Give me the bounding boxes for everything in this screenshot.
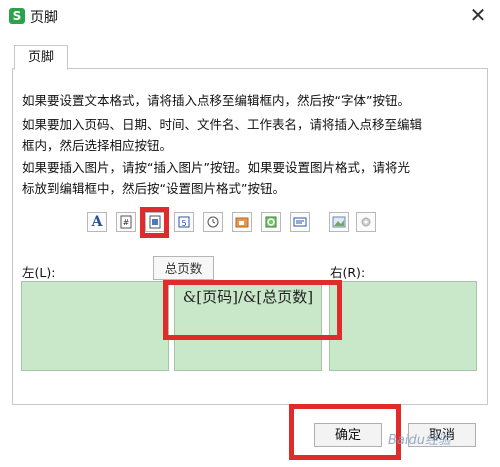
- time-button[interactable]: [203, 212, 223, 232]
- ok-button-highlight: [289, 404, 401, 460]
- right-section-editor[interactable]: [329, 281, 477, 371]
- instruction-insert-fields-1: 如果要加入页码、日期、时间、文件名、工作表名，请将插入点移至编辑: [22, 117, 423, 132]
- sheet-name-button[interactable]: [290, 212, 310, 232]
- instruction-picture-2: 标放到编辑框中，然后按“设置图片格式”按钮。: [22, 181, 285, 196]
- file-name-button[interactable]: [261, 212, 281, 232]
- page-number-icon: #: [120, 215, 132, 229]
- window-title: 页脚: [30, 10, 58, 26]
- format-picture-icon: [361, 217, 371, 227]
- center-content-highlight: [163, 280, 342, 340]
- sheet-name-icon: [293, 217, 307, 227]
- instruction-insert-fields-2: 框内，然后选择相应按钮。: [22, 138, 173, 153]
- file-path-icon: [235, 217, 249, 228]
- file-path-button[interactable]: [232, 212, 252, 232]
- close-button[interactable]: ✕: [463, 2, 493, 28]
- title-bar: S 页脚 ✕: [0, 0, 500, 32]
- date-button[interactable]: 5: [174, 212, 194, 232]
- insert-picture-button[interactable]: [329, 212, 349, 232]
- total-pages-highlight: [140, 207, 169, 238]
- left-section-label: 左(L):: [22, 265, 56, 280]
- baidu-watermark: Baidu经验: [388, 433, 451, 448]
- file-name-icon: [265, 216, 277, 228]
- instruction-format-text: 如果要设置文本格式，请将插入点移至编辑框内，然后按“字体”按钮。: [22, 93, 410, 108]
- total-pages-tooltip: 总页数: [153, 256, 214, 280]
- font-button[interactable]: A: [87, 212, 107, 232]
- instruction-picture-1: 如果要插入图片，请按“插入图片”按钮。如果要设置图片格式，请将光: [22, 160, 410, 175]
- wps-app-icon: S: [9, 8, 25, 24]
- tab-footer[interactable]: 页脚: [14, 45, 68, 70]
- format-picture-button[interactable]: [356, 212, 376, 232]
- left-section-editor[interactable]: [21, 281, 169, 371]
- insert-picture-icon: [332, 216, 346, 228]
- date-icon: 5: [178, 216, 190, 228]
- font-icon: A: [91, 214, 103, 230]
- svg-text:5: 5: [181, 219, 186, 228]
- page-number-button[interactable]: #: [116, 212, 136, 232]
- svg-text:#: #: [123, 218, 130, 227]
- right-section-label: 右(R):: [330, 265, 366, 280]
- time-icon: [207, 216, 219, 228]
